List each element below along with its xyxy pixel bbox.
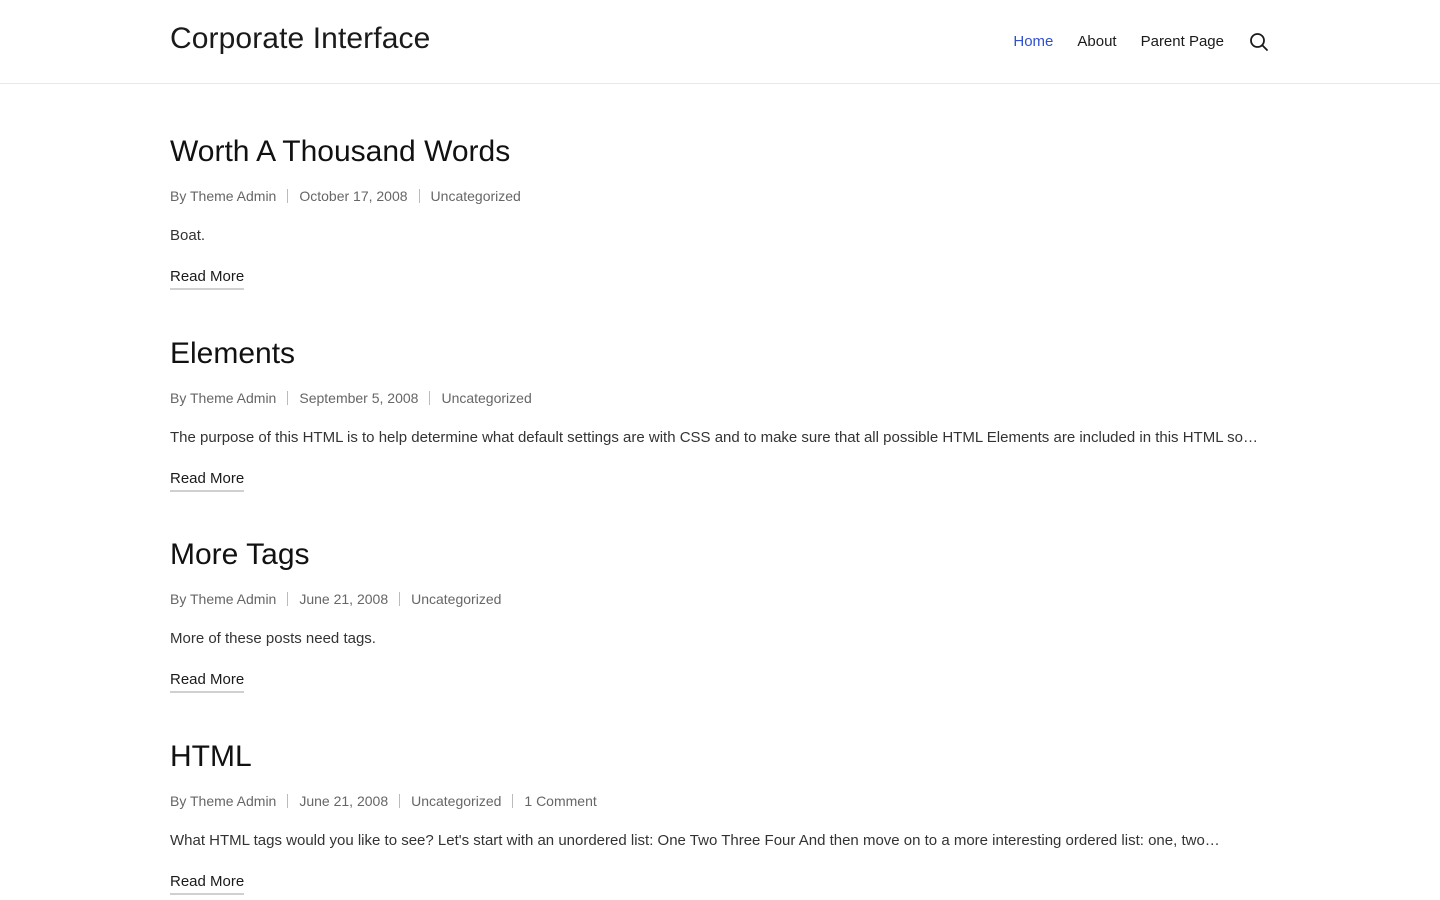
read-more-link[interactable]: Read More [170, 470, 245, 492]
nav-item-parent-page[interactable]: Parent Page [1141, 32, 1224, 52]
post-excerpt: The purpose of this HTML is to help dete… [170, 429, 1259, 446]
read-more-link[interactable]: Read More [170, 873, 245, 895]
primary-nav: Home About Parent Page [1013, 0, 1270, 83]
post-author[interactable]: By Theme Admin [170, 389, 276, 407]
post-excerpt: What HTML tags would you like to see? Le… [170, 832, 1220, 849]
post-item: More Tags By Theme Admin June 21, 2008 U… [170, 537, 1270, 693]
meta-divider [287, 391, 289, 405]
post-excerpt: More of these posts need tags. [170, 630, 376, 647]
nav-item-home[interactable]: Home [1013, 32, 1053, 52]
meta-divider [287, 189, 289, 203]
post-meta: By Theme Admin June 21, 2008 Uncategoriz… [170, 590, 1270, 608]
post-title[interactable]: Worth A Thousand Words [170, 134, 1270, 170]
post-item: HTML By Theme Admin June 21, 2008 Uncate… [170, 739, 1270, 895]
site-title[interactable]: Corporate Interface [170, 22, 430, 56]
post-title[interactable]: More Tags [170, 537, 1270, 573]
meta-divider [399, 592, 401, 606]
read-more-link[interactable]: Read More [170, 268, 245, 290]
post-category[interactable]: Uncategorized [411, 792, 501, 810]
post-category[interactable]: Uncategorized [431, 187, 521, 205]
post-title[interactable]: Elements [170, 336, 1270, 372]
meta-divider [429, 391, 431, 405]
post-excerpt: Boat. [170, 227, 206, 244]
read-more-link[interactable]: Read More [170, 671, 245, 693]
post-meta: By Theme Admin June 21, 2008 Uncategoriz… [170, 792, 1270, 810]
post-author[interactable]: By Theme Admin [170, 590, 276, 608]
meta-divider [418, 189, 420, 203]
nav-item-about[interactable]: About [1077, 32, 1116, 52]
meta-divider [287, 794, 289, 808]
post-meta: By Theme Admin October 17, 2008 Uncatego… [170, 187, 1270, 205]
post-date[interactable]: September 5, 2008 [299, 389, 418, 407]
meta-divider [512, 794, 514, 808]
post-meta: By Theme Admin September 5, 2008 Uncateg… [170, 389, 1270, 407]
post-comments-link[interactable]: 1 Comment [524, 792, 596, 810]
meta-divider [287, 592, 289, 606]
post-date[interactable]: June 21, 2008 [299, 792, 388, 810]
post-title[interactable]: HTML [170, 739, 1270, 775]
meta-divider [399, 794, 401, 808]
post-item: Elements By Theme Admin September 5, 200… [170, 336, 1270, 492]
post-category[interactable]: Uncategorized [411, 590, 501, 608]
post-author[interactable]: By Theme Admin [170, 792, 276, 810]
search-icon[interactable] [1248, 31, 1270, 53]
site-header: Corporate Interface Home About Parent Pa… [0, 0, 1440, 84]
post-author[interactable]: By Theme Admin [170, 187, 276, 205]
post-item: Worth A Thousand Words By Theme Admin Oc… [170, 134, 1270, 290]
post-category[interactable]: Uncategorized [441, 389, 531, 407]
post-date[interactable]: June 21, 2008 [299, 590, 388, 608]
post-date[interactable]: October 17, 2008 [299, 187, 407, 205]
